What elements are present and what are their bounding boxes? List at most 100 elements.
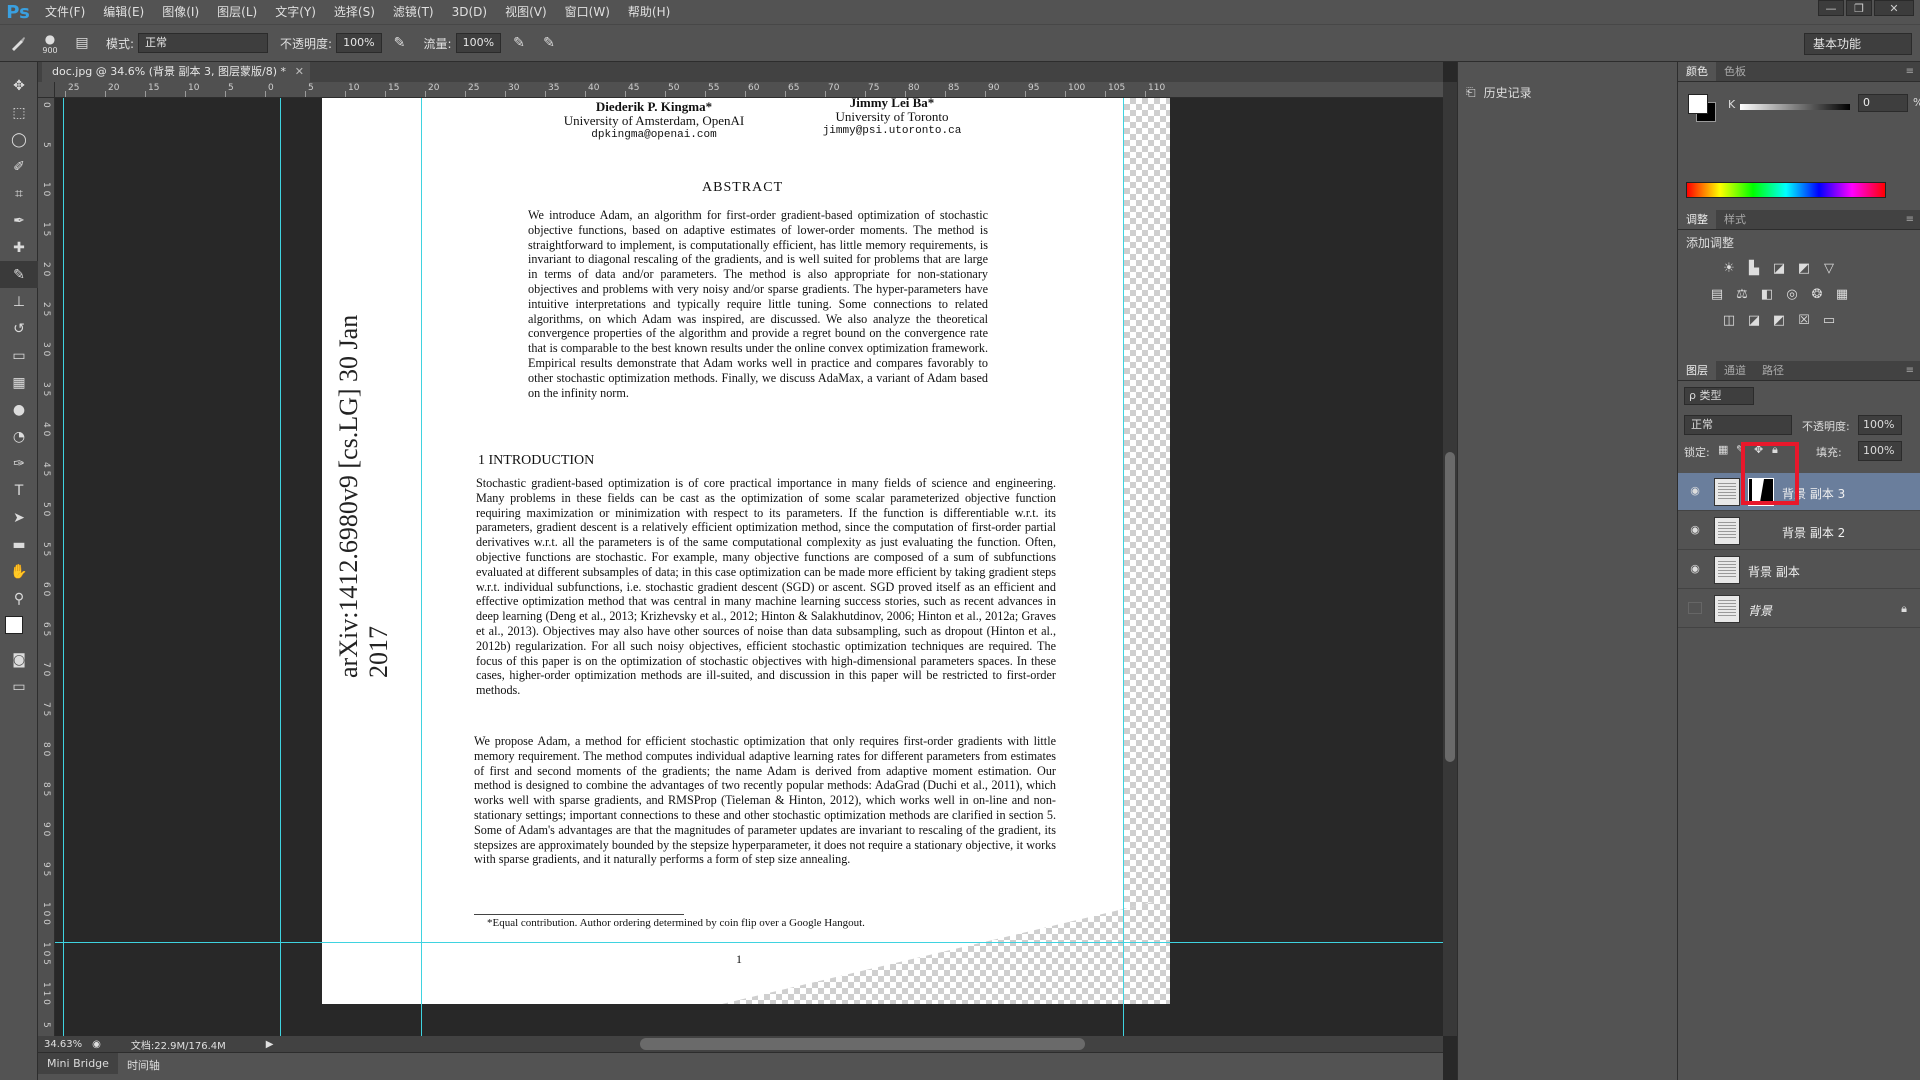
eye-hidden-icon[interactable] — [1688, 602, 1702, 614]
blend-mode-select[interactable]: 正常 — [1684, 415, 1792, 435]
layer-thumbnail[interactable] — [1714, 517, 1740, 545]
hue-saturation-icon[interactable]: ▤ — [1706, 286, 1728, 304]
ruler-origin[interactable] — [38, 82, 55, 98]
quick-mask-icon[interactable]: ◙ — [0, 646, 38, 673]
tab-channels[interactable]: 通道 — [1716, 361, 1754, 380]
status-menu-arrow-icon[interactable]: ▶ — [266, 1039, 274, 1050]
layer-name[interactable]: 背景 副本 2 — [1782, 524, 1845, 541]
layer-thumbnail[interactable] — [1714, 556, 1740, 584]
lock-transparency-icon[interactable]: ▦ — [1718, 443, 1728, 456]
hand-tool-icon[interactable]: ✋ — [0, 558, 38, 585]
layer-thumbnail[interactable] — [1714, 595, 1740, 623]
move-tool-icon[interactable]: ✥ — [0, 72, 38, 99]
k-slider[interactable] — [1740, 104, 1850, 110]
threshold-icon[interactable]: ◩ — [1768, 312, 1790, 330]
menu-edit[interactable]: 编辑(E) — [94, 0, 153, 24]
guide-vertical[interactable] — [280, 98, 281, 1036]
menu-view[interactable]: 视图(V) — [496, 0, 556, 24]
gradient-map-icon[interactable]: ▭ — [1818, 312, 1840, 330]
history-brush-tool-icon[interactable]: ↺ — [0, 315, 38, 342]
k-value-input[interactable]: 0 — [1858, 94, 1908, 112]
crop-tool-icon[interactable]: ⌗ — [0, 180, 38, 207]
gradient-tool-icon[interactable]: ▦ — [0, 369, 38, 396]
dodge-tool-icon[interactable]: ◔ — [0, 423, 38, 450]
layer-opacity-input[interactable]: 100% — [1858, 415, 1902, 435]
color-swatches[interactable] — [0, 612, 37, 646]
marquee-tool-icon[interactable]: ⬚ — [0, 99, 38, 126]
canvas[interactable]: Diederik P. Kingma* University of Amster… — [55, 98, 1443, 1036]
close-button[interactable]: ✕ — [1874, 0, 1914, 16]
path-select-tool-icon[interactable]: ➤ — [0, 504, 38, 531]
exposure-icon[interactable]: ◩ — [1793, 260, 1815, 278]
tab-mini-bridge[interactable]: Mini Bridge — [38, 1053, 118, 1074]
menu-image[interactable]: 图像(I) — [153, 0, 208, 24]
panel-menu-icon[interactable]: ≡ — [1906, 210, 1920, 229]
vibrance-icon[interactable]: ▽ — [1818, 260, 1840, 278]
levels-icon[interactable]: ▙ — [1743, 260, 1765, 278]
fill-input[interactable]: 100% — [1858, 441, 1902, 461]
blur-tool-icon[interactable]: ● — [0, 396, 38, 423]
curves-icon[interactable]: ◪ — [1768, 260, 1790, 278]
layer-row[interactable]: ◉ 背景 副本 2 — [1678, 512, 1920, 550]
shape-tool-icon[interactable]: ▬ — [0, 531, 38, 558]
vertical-scroll-thumb[interactable] — [1445, 452, 1455, 762]
lasso-tool-icon[interactable]: ◯ — [0, 126, 38, 153]
layer-name[interactable]: 背景 副本 — [1748, 563, 1800, 580]
quick-select-tool-icon[interactable]: ✐ — [0, 153, 38, 180]
restore-button[interactable]: ❐ — [1846, 0, 1872, 16]
menu-3d[interactable]: 3D(D) — [443, 0, 496, 24]
channel-mixer-icon[interactable]: ❂ — [1806, 286, 1828, 304]
zoom-level[interactable]: 34.63% — [44, 1039, 82, 1050]
menu-layer[interactable]: 图层(L) — [208, 0, 266, 24]
eye-icon[interactable]: ◉ — [1688, 563, 1702, 575]
menu-select[interactable]: 选择(S) — [325, 0, 384, 24]
menu-type[interactable]: 文字(Y) — [266, 0, 325, 24]
brush-size-icon[interactable]: ● 900 — [36, 31, 64, 55]
menu-file[interactable]: 文件(F) — [36, 0, 94, 24]
healing-tool-icon[interactable]: ✚ — [0, 234, 38, 261]
brush-tool-icon[interactable]: ✎ — [0, 261, 38, 288]
vertical-scrollbar[interactable] — [1443, 82, 1457, 1036]
minimize-button[interactable]: — — [1818, 0, 1844, 16]
airbrush-icon[interactable]: ✎ — [507, 31, 531, 55]
zoom-tool-icon[interactable]: ⚲ — [0, 585, 38, 612]
mode-select[interactable]: 正常 — [138, 33, 269, 53]
horizontal-ruler[interactable]: 25 20 15 10 5 0 5 10 15 20 25 30 35 40 45 50 55 60 65 70 75 8… — [55, 82, 1443, 98]
eraser-tool-icon[interactable]: ▭ — [0, 342, 38, 369]
flow-input[interactable]: 100% — [455, 33, 502, 53]
menu-window[interactable]: 窗口(W) — [556, 0, 619, 24]
panel-foreground-swatch[interactable] — [1688, 94, 1708, 114]
menu-filter[interactable]: 滤镜(T) — [384, 0, 443, 24]
brush-tool-preset-icon[interactable] — [6, 31, 30, 55]
tab-layers[interactable]: 图层 — [1678, 361, 1716, 380]
layer-filter-select[interactable]: ρ 类型 — [1684, 387, 1754, 405]
black-white-icon[interactable]: ◧ — [1756, 286, 1778, 304]
workspace-select[interactable]: 基本功能 — [1804, 33, 1912, 55]
layer-row[interactable]: ◉ 背景 副本 — [1678, 551, 1920, 589]
layer-row[interactable]: 背景 🔒︎ — [1678, 590, 1920, 628]
selective-color-icon[interactable]: ☒ — [1793, 312, 1815, 330]
tab-color[interactable]: 颜色 — [1678, 62, 1716, 81]
guide-vertical[interactable] — [421, 98, 422, 1036]
panel-menu-icon[interactable]: ≡ — [1906, 361, 1920, 380]
eyedropper-tool-icon[interactable]: ✒ — [0, 207, 38, 234]
guide-vertical[interactable] — [63, 98, 64, 1036]
posterize-icon[interactable]: ◪ — [1743, 312, 1765, 330]
menu-help[interactable]: 帮助(H) — [619, 0, 679, 24]
type-tool-icon[interactable]: T — [0, 477, 38, 504]
brush-panel-icon[interactable]: ▤ — [70, 31, 94, 55]
tab-adjustments[interactable]: 调整 — [1678, 210, 1716, 229]
panel-menu-icon[interactable]: ≡ — [1906, 62, 1920, 81]
tab-timeline[interactable]: 时间轴 — [118, 1053, 169, 1077]
pen-tool-icon[interactable]: ✑ — [0, 450, 38, 477]
color-lookup-icon[interactable]: ▦ — [1831, 286, 1853, 304]
eye-icon[interactable]: ◉ — [1688, 485, 1702, 497]
pressure-size-icon[interactable]: ✎ — [537, 31, 561, 55]
invert-icon[interactable]: ◫ — [1718, 312, 1740, 330]
vertical-ruler[interactable]: 0 5 1 0 1 5 2 0 2 5 3 0 3 5 4 0 4 5 5 0 5 5 6 0 6 5 7 … — [38, 98, 55, 1036]
guide-vertical[interactable] — [1123, 98, 1124, 1036]
layer-thumbnail[interactable] — [1714, 478, 1740, 506]
tab-swatches[interactable]: 色板 — [1716, 62, 1754, 81]
photo-filter-icon[interactable]: ◎ — [1781, 286, 1803, 304]
document-tab[interactable]: doc.jpg @ 34.6% (背景 副本 3, 图层蒙版/8) * ✕ — [42, 62, 310, 82]
